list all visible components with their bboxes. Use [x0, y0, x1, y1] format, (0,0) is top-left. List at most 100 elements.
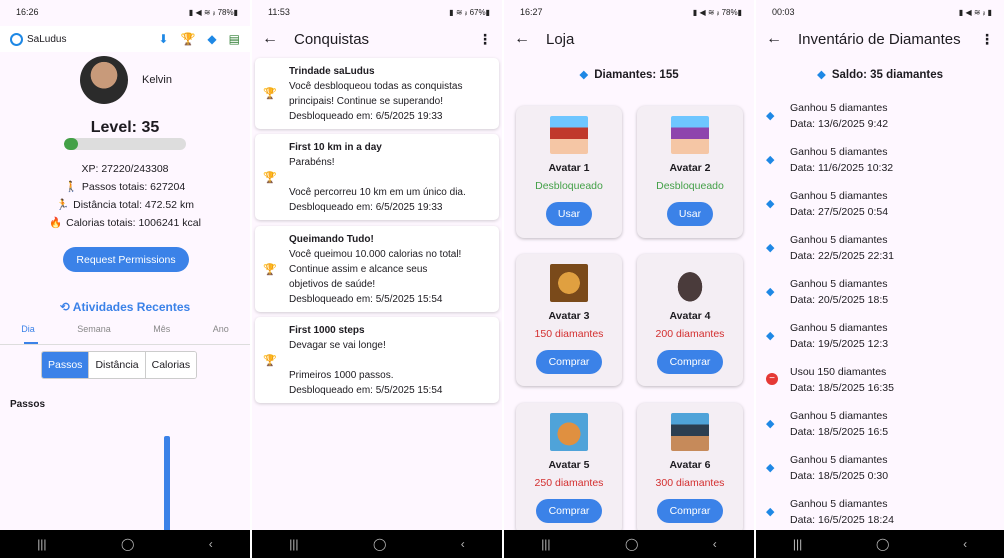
diamond-icon: ◆	[766, 286, 775, 298]
achievement-card[interactable]: 🏆 Queimando Tudo! Você queimou 10.000 ca…	[255, 226, 499, 312]
tab-dia[interactable]: Dia	[21, 324, 35, 334]
diamond-balance: ◆ Diamantes: 155	[504, 67, 754, 81]
entry-title: Ganhou 5 diamantes	[790, 102, 888, 114]
trophy-icon: 🏆	[263, 88, 277, 100]
avatar-6-image	[671, 413, 709, 451]
achievement-title: First 1000 steps	[289, 325, 365, 336]
status-time: 11:53	[268, 7, 290, 17]
shop-item-avatar-6: Avatar 6 300 diamantes Comprar	[637, 403, 743, 535]
entry-text: Ganhou 5 diamantes Data: 18/5/2025 0:30	[790, 452, 888, 484]
distance-stat: 🏃 Distância total: 472.52 km	[0, 198, 250, 211]
metric-segmented-control: Passos Distância Calorias	[41, 351, 198, 379]
use-button[interactable]: Usar	[667, 202, 713, 226]
entry-title: Ganhou 5 diamantes	[790, 234, 888, 246]
recent-apps-icon[interactable]: |||	[541, 537, 550, 551]
avatar[interactable]	[80, 56, 128, 104]
shop-item-avatar-3: Avatar 3 150 diamantes Comprar	[516, 254, 622, 386]
segment-calorias[interactable]: Calorias	[145, 352, 197, 378]
store-icon[interactable]: ▤	[229, 32, 240, 46]
back-icon[interactable]: ‹	[461, 537, 465, 551]
xp-text: XP: 27220/243308	[81, 163, 169, 175]
segment-passos[interactable]: Passos	[42, 352, 90, 378]
entry-date: Data: 19/5/2025 12:3	[790, 338, 889, 350]
achievements-screen: 11:53 ▮ ≋ ᵢₗ 67%▮ ← Conquistas ⋮ 🏆 Trind…	[252, 0, 502, 558]
back-icon[interactable]: ‹	[209, 537, 213, 551]
brand: SaLudus	[10, 32, 67, 46]
home-icon[interactable]: ◯	[876, 537, 889, 551]
diamond-icon: ◆	[766, 154, 775, 166]
tab-mes[interactable]: Mês	[153, 324, 170, 334]
entry-title: Usou 150 diamantes	[790, 366, 887, 378]
trophy-icon[interactable]: 🏆	[180, 32, 195, 46]
avatar-3-image	[550, 264, 588, 302]
shop-screen: 16:27 ▮ ◀ ≋ ᵢₗ 78%▮ ← Loja ◆ Diamantes: 1…	[504, 0, 754, 558]
buy-button[interactable]: Comprar	[536, 499, 602, 523]
entry-date: Data: 13/6/2025 9:42	[790, 118, 889, 130]
recent-apps-icon[interactable]: |||	[289, 537, 298, 551]
request-permissions-button[interactable]: Request Permissions	[63, 247, 189, 272]
entry-date: Data: 16/5/2025 18:24	[790, 514, 894, 526]
trophy-icon: 🏆	[263, 263, 277, 276]
diamond-balance-text: Diamantes: 155	[594, 69, 679, 81]
entry-title: Ganhou 5 diamantes	[790, 190, 888, 202]
steps-stat: 🚶 Passos totais: 627204	[0, 180, 250, 193]
buy-button[interactable]: Comprar	[657, 350, 723, 374]
period-tabs: Dia Semana Mês Ano	[0, 324, 250, 334]
flame-icon: 🔥	[49, 217, 63, 229]
remove-circle-icon: −	[766, 373, 778, 385]
inventory-entry: ◆ Ganhou 5 diamantes Data: 13/6/2025 9:42	[756, 100, 1004, 144]
level-progress-fill	[64, 138, 78, 150]
buy-button[interactable]: Comprar	[657, 499, 723, 523]
home-icon[interactable]: ◯	[121, 537, 134, 551]
item-status: Desbloqueado	[535, 180, 603, 192]
avatar-4-image	[671, 264, 709, 302]
status-icons: ▮ ≋ ᵢₗ 67%▮	[449, 7, 490, 17]
diamond-icon: ◆	[766, 110, 775, 122]
achievement-body: First 1000 steps Devagar se vai longe! P…	[289, 323, 442, 397]
item-price: 250 diamantes	[534, 477, 604, 489]
buy-button[interactable]: Comprar	[536, 350, 602, 374]
brand-name: SaLudus	[27, 33, 67, 45]
entry-date: Data: 18/5/2025 0:30	[790, 470, 889, 482]
recent-apps-icon[interactable]: |||	[37, 537, 46, 551]
diamond-icon: ◆	[766, 330, 775, 342]
back-icon[interactable]: ‹	[963, 537, 967, 551]
walk-icon: 🚶	[64, 181, 78, 193]
home-icon[interactable]: ◯	[625, 537, 638, 551]
tab-semana[interactable]: Semana	[77, 324, 111, 334]
achievement-body: Queimando Tudo! Você queimou 10.000 calo…	[289, 232, 461, 306]
achievement-card[interactable]: 🏆 Trindade saLudus Você desbloqueou toda…	[255, 58, 499, 129]
download-icon[interactable]: ⬇	[158, 32, 168, 46]
arrow-back-icon[interactable]: ←	[766, 30, 790, 48]
profile: Kelvin	[80, 56, 172, 104]
entry-date: Data: 18/5/2025 16:5	[790, 426, 889, 438]
diamond-icon[interactable]: ◆	[207, 32, 216, 46]
entry-text: Ganhou 5 diamantes Data: 27/5/2025 0:54	[790, 188, 888, 220]
entry-text: Ganhou 5 diamantes Data: 13/6/2025 9:42	[790, 100, 888, 132]
segment-distancia[interactable]: Distância	[89, 352, 146, 378]
achievement-date: Desbloqueado em: 5/5/2025 15:54	[289, 385, 443, 396]
achievement-date: Desbloqueado em: 6/5/2025 19:33	[289, 111, 443, 122]
calories-text: Calorias totais: 1006241 kcal	[66, 217, 201, 229]
status-time: 16:27	[520, 7, 543, 17]
avatar-5-image	[550, 413, 588, 451]
back-icon[interactable]: ‹	[713, 537, 717, 551]
achievement-card[interactable]: 🏆 First 1000 steps Devagar se vai longe!…	[255, 317, 499, 403]
more-vert-icon[interactable]: ⋮	[478, 31, 492, 48]
arrow-back-icon[interactable]: ←	[262, 30, 286, 48]
more-vert-icon[interactable]: ⋮	[980, 31, 994, 48]
arrow-back-icon[interactable]: ←	[514, 30, 538, 48]
recent-apps-icon[interactable]: |||	[793, 537, 802, 551]
diamond-balance-text: Saldo: 35 diamantes	[831, 69, 944, 81]
tab-ano[interactable]: Ano	[213, 324, 229, 334]
use-button[interactable]: Usar	[546, 202, 592, 226]
level-label: Level: 35	[90, 119, 160, 136]
entry-text: Ganhou 5 diamantes Data: 18/5/2025 16:5	[790, 408, 888, 440]
achievement-card[interactable]: 🏆 First 10 km in a day Parabéns! Você pe…	[255, 134, 499, 220]
shop-item-avatar-1: Avatar 1 Desbloqueado Usar	[516, 106, 622, 238]
entry-date: Data: 11/6/2025 10:32	[790, 162, 894, 174]
system-nav-bar: ||| ◯ ‹	[0, 530, 250, 558]
shop-item-avatar-2: Avatar 2 Desbloqueado Usar	[637, 106, 743, 238]
entry-title: Ganhou 5 diamantes	[790, 498, 888, 510]
home-icon[interactable]: ◯	[373, 537, 386, 551]
